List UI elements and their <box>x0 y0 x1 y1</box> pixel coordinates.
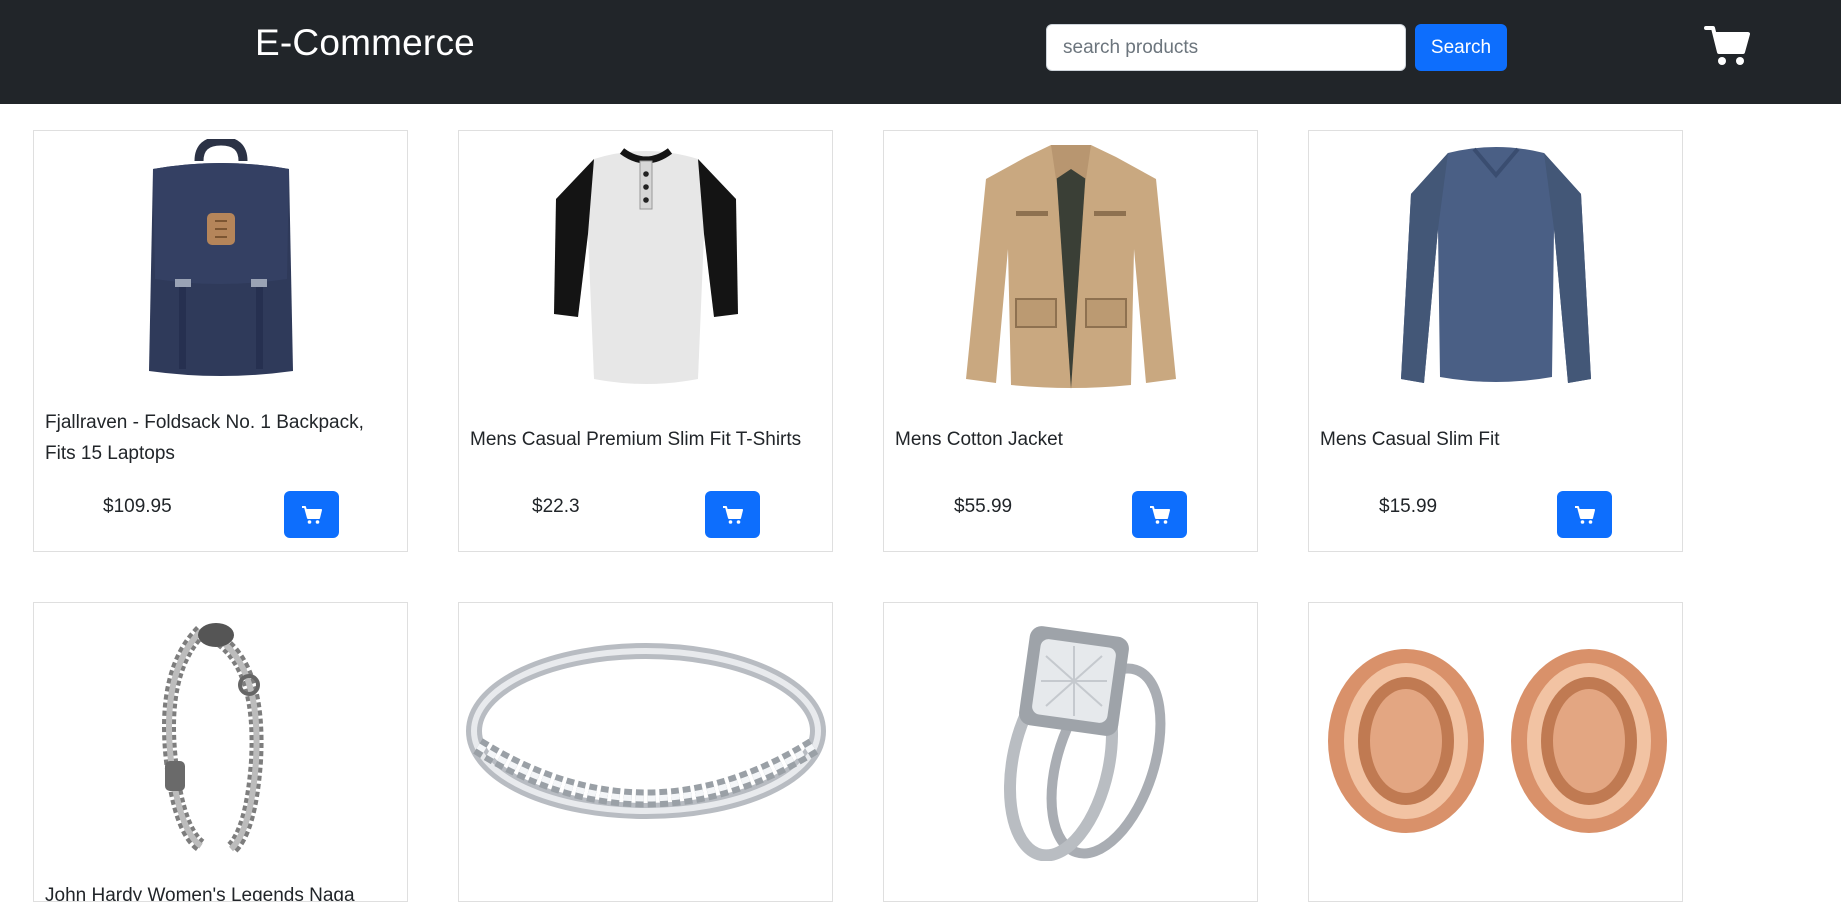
long-sleeve-shirt-image <box>1400 147 1591 383</box>
product-price: $55.99 <box>954 496 1013 517</box>
add-to-cart-button[interactable] <box>705 491 760 538</box>
product-title: Fjallraven - Foldsack No. 1 Backpack, Fi… <box>45 412 364 464</box>
product-title: Mens Casual Slim Fit <box>1320 429 1500 450</box>
chain-bracelet-image <box>161 623 264 855</box>
shopping-cart-icon[interactable] <box>1704 24 1752 68</box>
product-image[interactable] <box>459 139 832 389</box>
product-card[interactable]: Mens Cotton Jacket $55.99 <box>883 130 1258 552</box>
product-card[interactable]: Fjallraven - Foldsack No. 1 Backpack, Fi… <box>33 130 408 552</box>
product-card[interactable]: Mens Casual Slim Fit $15.99 <box>1308 130 1683 552</box>
product-image[interactable] <box>1309 611 1682 861</box>
rose-gold-plugs-image <box>1327 649 1667 833</box>
cart-icon <box>722 505 743 524</box>
product-title: Mens Cotton Jacket <box>895 429 1063 450</box>
cart-icon <box>1574 505 1595 524</box>
search-button[interactable]: Search <box>1415 24 1507 71</box>
product-card[interactable] <box>883 602 1258 902</box>
silver-band-ring-image <box>465 643 826 819</box>
navbar: E-Commerce Search <box>0 0 1841 104</box>
product-price: $22.3 <box>532 496 580 517</box>
add-to-cart-button[interactable] <box>284 491 339 538</box>
product-price: $109.95 <box>103 496 172 517</box>
backpack-image <box>148 139 293 376</box>
jacket-image <box>965 145 1176 389</box>
cart-icon <box>301 505 322 524</box>
add-to-cart-button[interactable] <box>1132 491 1187 538</box>
product-title: John Hardy Women's Legends Naga <box>45 885 355 902</box>
product-image[interactable] <box>34 611 407 861</box>
product-grid: Fjallraven - Foldsack No. 1 Backpack, Fi… <box>0 104 1841 903</box>
search-input[interactable] <box>1046 24 1406 71</box>
product-price: $15.99 <box>1379 496 1438 517</box>
product-card[interactable] <box>458 602 833 902</box>
product-title: Mens Casual Premium Slim Fit T-Shirts <box>470 429 802 450</box>
product-card[interactable]: Mens Casual Premium Slim Fit T-Shirts $2… <box>458 130 833 552</box>
cart-icon <box>1149 505 1170 524</box>
product-card[interactable]: John Hardy Women's Legends Naga <box>33 602 408 902</box>
product-image[interactable] <box>884 139 1257 389</box>
brand-logo[interactable]: E-Commerce <box>255 22 475 64</box>
diamond-ring-set-image <box>1003 626 1165 861</box>
add-to-cart-button[interactable] <box>1557 491 1612 538</box>
product-image[interactable] <box>34 139 407 389</box>
product-image[interactable] <box>1309 139 1682 389</box>
product-card[interactable] <box>1308 602 1683 902</box>
t-shirt-image <box>553 148 738 384</box>
product-image[interactable] <box>884 611 1257 861</box>
product-image[interactable] <box>459 611 832 861</box>
